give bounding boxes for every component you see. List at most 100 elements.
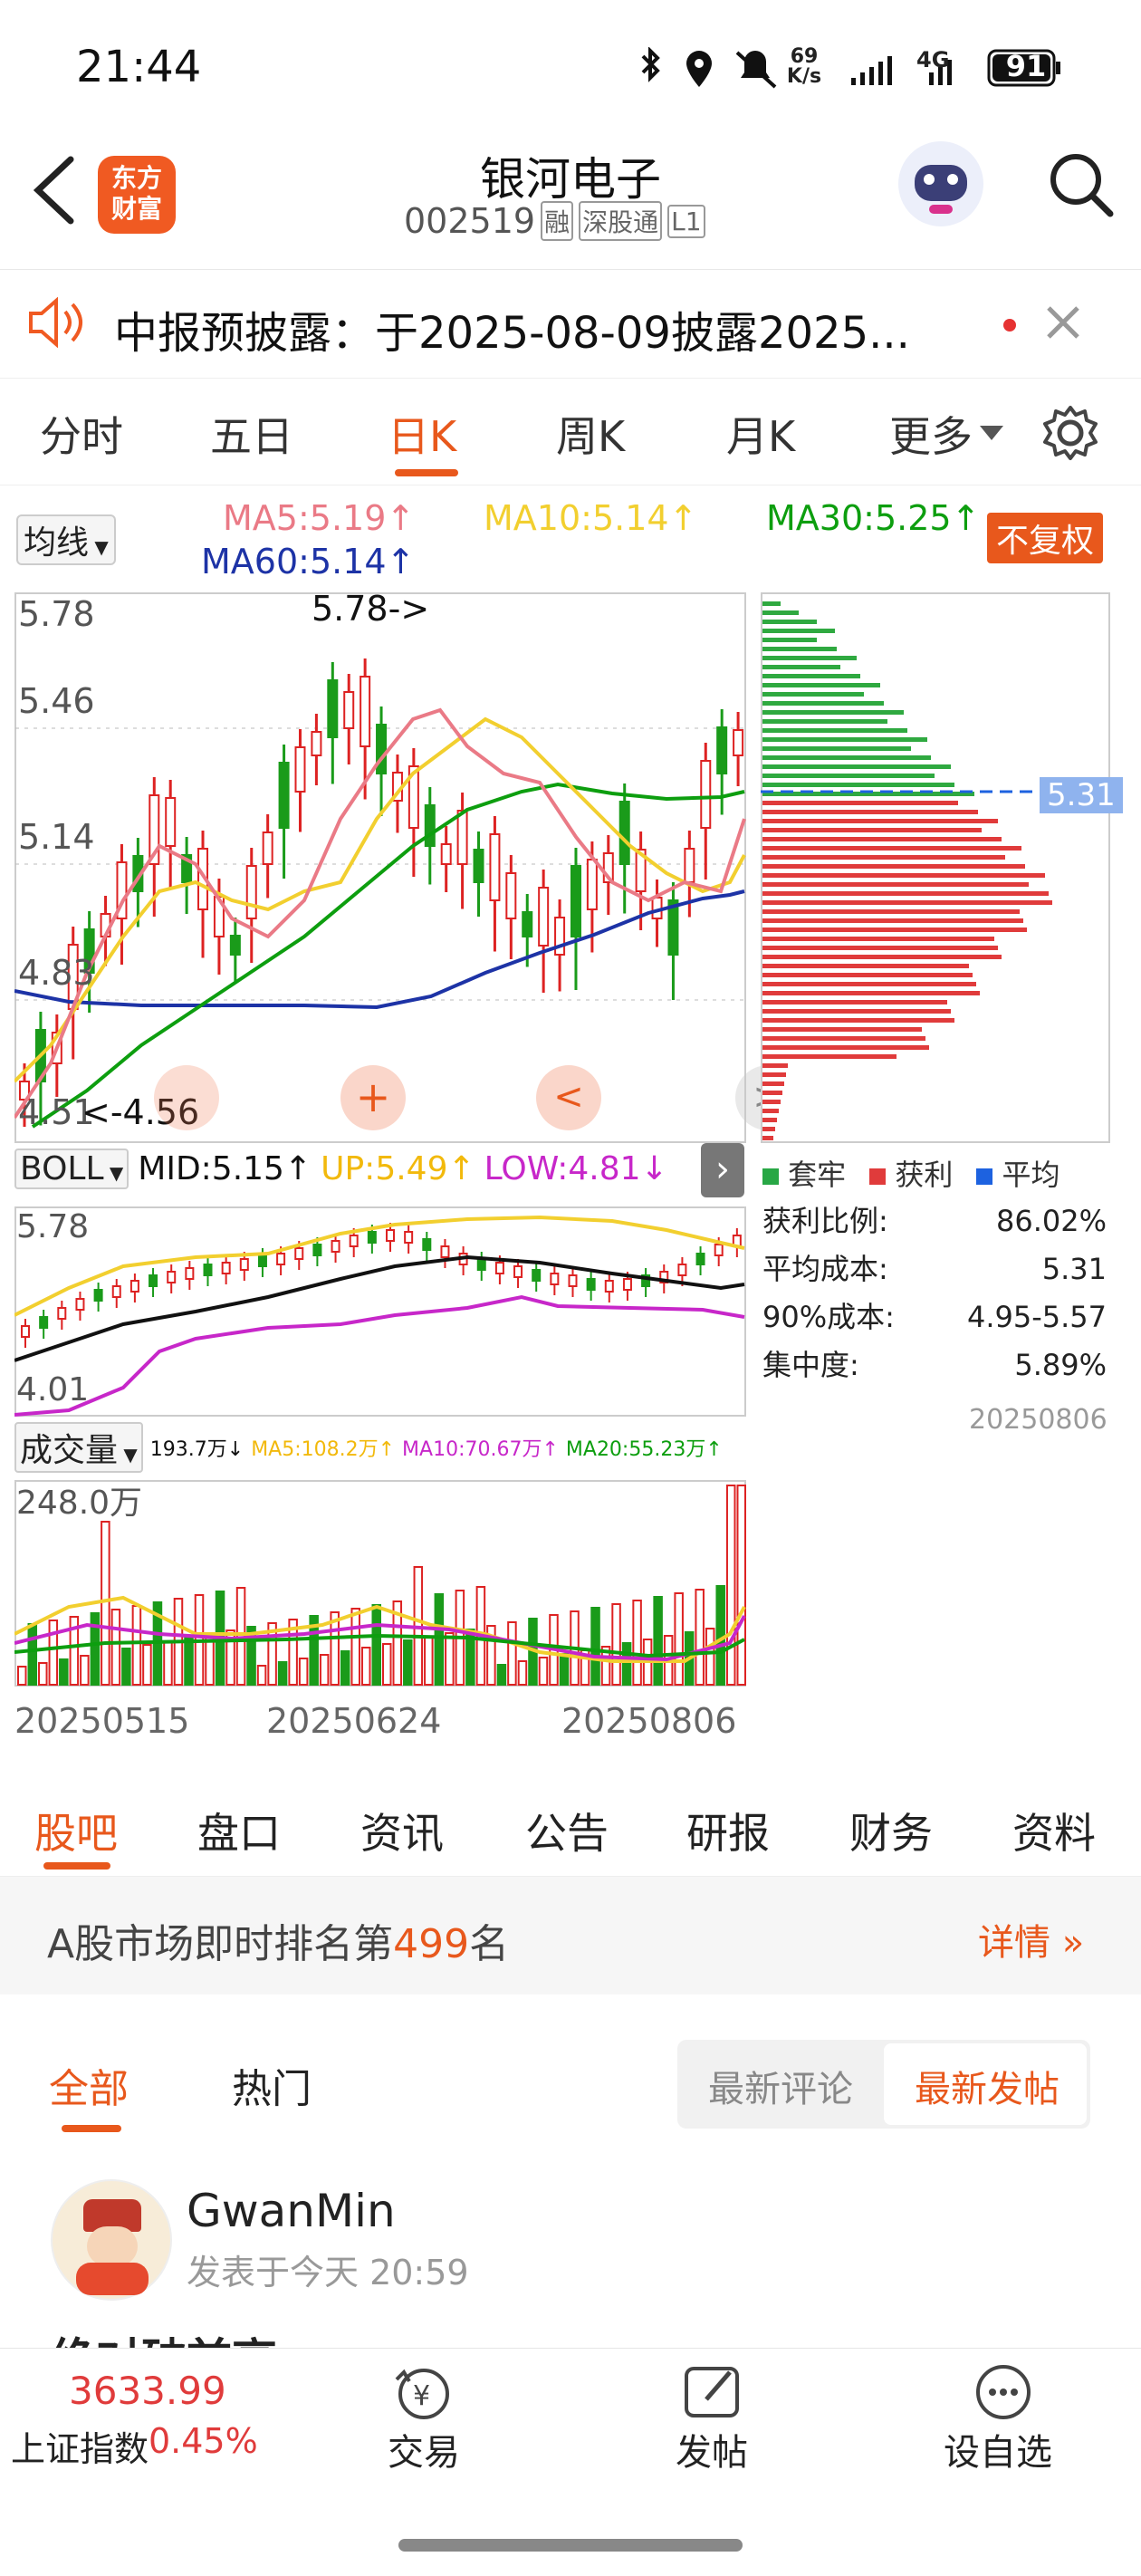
tab-daily-k[interactable]: 日K [388, 404, 456, 464]
tab-intraday[interactable]: 分时 [40, 404, 123, 464]
boll-candle-body [276, 1253, 286, 1265]
index-name[interactable]: 上证指数 [11, 2421, 149, 2471]
tab-forum[interactable]: 股吧 [34, 1801, 118, 1860]
compose-icon[interactable] [681, 2363, 746, 2421]
status-bar: 21:44 69 K/s 4G 91 [0, 0, 1141, 136]
tab-monthly-k[interactable]: 月K [726, 404, 795, 464]
prev-button[interactable]: < [536, 1065, 601, 1130]
candle-body [733, 729, 744, 756]
sort-latest-comment[interactable]: 最新评论 [708, 2060, 853, 2112]
robot-assistant-icon[interactable] [898, 141, 983, 226]
chip-bar [762, 819, 998, 823]
expand-arrow-button[interactable]: › [701, 1143, 744, 1197]
tab-research[interactable]: 研报 [686, 1801, 770, 1860]
feed-tab-indicator [62, 2125, 121, 2132]
boll-candle-body [695, 1253, 705, 1265]
avatar[interactable] [51, 2179, 172, 2301]
zoom-out-button[interactable] [154, 1065, 219, 1130]
chip-bar [762, 1136, 773, 1140]
tab-more[interactable]: 更多 [889, 404, 973, 464]
boll-candle-body [586, 1278, 596, 1291]
close-icon[interactable] [1043, 303, 1083, 342]
tab-five-day[interactable]: 五日 [210, 404, 293, 464]
index-value[interactable]: 3633.99 [69, 2369, 226, 2413]
boll-candle-body [149, 1274, 158, 1287]
feed-tab-hot[interactable]: 热门 [232, 2056, 312, 2114]
volume-bar [705, 1628, 715, 1686]
tab-weekly-k[interactable]: 周K [556, 404, 625, 464]
kline-panel[interactable]: 均线 ▼ MA5:5.19↑ MA10:5.14↑ MA30:5.25↑ MA6… [0, 485, 1141, 1772]
tab-profile[interactable]: 资料 [1012, 1801, 1096, 1860]
chip-bar [762, 638, 817, 642]
tab-finance[interactable]: 财务 [849, 1801, 933, 1860]
candle-body [473, 849, 484, 883]
volume-bar [59, 1658, 69, 1686]
volume-bar [674, 1592, 684, 1686]
boll-candle-body [312, 1244, 322, 1256]
volume-bar [350, 1608, 360, 1686]
candlestick-chart[interactable] [14, 592, 746, 1143]
nav-watchlist-label[interactable]: 设自选 [944, 2423, 1052, 2475]
notice-bar[interactable]: 中报预披露：于2025-08-09披露2025... [0, 270, 1141, 379]
chip-bar [762, 828, 982, 832]
volume-bar [507, 1621, 517, 1686]
volume-selector[interactable]: 成交量 ▼ [14, 1422, 143, 1473]
volume-bar [27, 1623, 38, 1686]
chip-bar [762, 656, 857, 660]
chip-bar [762, 873, 1045, 878]
rank-text: A股市场即时排名第499名 [47, 1921, 510, 1967]
nav-post-label[interactable]: 发帖 [676, 2423, 748, 2475]
volume-bar [382, 1643, 392, 1686]
volume-bar [434, 1593, 445, 1686]
tab-news[interactable]: 资讯 [360, 1801, 444, 1860]
chip-date: 20250806 [969, 1404, 1107, 1436]
y-label-3: 4.83 [18, 953, 95, 993]
net-speed: 69 K/s [786, 45, 822, 88]
home-indicator[interactable] [398, 2539, 743, 2552]
chip-bar [762, 774, 935, 778]
trade-icon[interactable]: ¥ [391, 2363, 456, 2421]
volume-bar [142, 1644, 152, 1686]
nav-trade-label[interactable]: 交易 [388, 2423, 460, 2475]
adjust-button[interactable]: 不复权 [987, 513, 1104, 563]
add-button[interactable]: + [340, 1065, 406, 1130]
candle-body [618, 801, 630, 865]
feed-tab-all[interactable]: 全部 [49, 2056, 129, 2114]
volume-bar [319, 1654, 330, 1686]
chip-bar [762, 882, 1029, 887]
candle-body [440, 843, 452, 865]
chip-bar [762, 674, 860, 678]
tag-connect: 深股通 [579, 201, 663, 241]
volume-bar [538, 1657, 549, 1686]
volume-bar [653, 1596, 663, 1686]
more-options-icon[interactable] [971, 2363, 1036, 2421]
y-label-0: 5.78 [18, 594, 95, 634]
chip-bar [762, 928, 1027, 932]
chip-bar [762, 801, 958, 805]
volume-bar [360, 1647, 371, 1686]
boll-selector[interactable]: BOLL ▼ [14, 1149, 129, 1189]
sort-toggle: 最新评论 最新发帖 [677, 2040, 1090, 2129]
chip-bar [762, 955, 1002, 959]
rank-bar[interactable]: A股市场即时排名第499名 详情 » [0, 1877, 1141, 1994]
boll-candle-body [75, 1298, 85, 1311]
rank-detail-link[interactable]: 详情 » [978, 1913, 1084, 1966]
volume-bar [121, 1648, 131, 1686]
post-username[interactable]: GwanMin [187, 2185, 396, 2237]
chip-bar [762, 900, 1052, 905]
tab-announcements[interactable]: 公告 [525, 1801, 609, 1860]
chip-bar [762, 1072, 786, 1077]
ma-selector[interactable]: 均线 ▼ [16, 514, 116, 565]
sort-latest-post[interactable]: 最新发帖 [915, 2060, 1060, 2112]
boll-chart[interactable] [14, 1206, 746, 1417]
search-icon[interactable] [1045, 149, 1117, 221]
tab-handicap[interactable]: 盘口 [197, 1801, 281, 1860]
gear-icon[interactable] [1041, 404, 1099, 462]
chip-bar [762, 1027, 922, 1032]
volume-bar [736, 1485, 746, 1686]
chip-bar [762, 1118, 777, 1122]
candle-body [360, 676, 371, 747]
candle-body [570, 865, 581, 937]
volume-bar [184, 1637, 194, 1686]
index-change: 0.45% [149, 2421, 258, 2461]
